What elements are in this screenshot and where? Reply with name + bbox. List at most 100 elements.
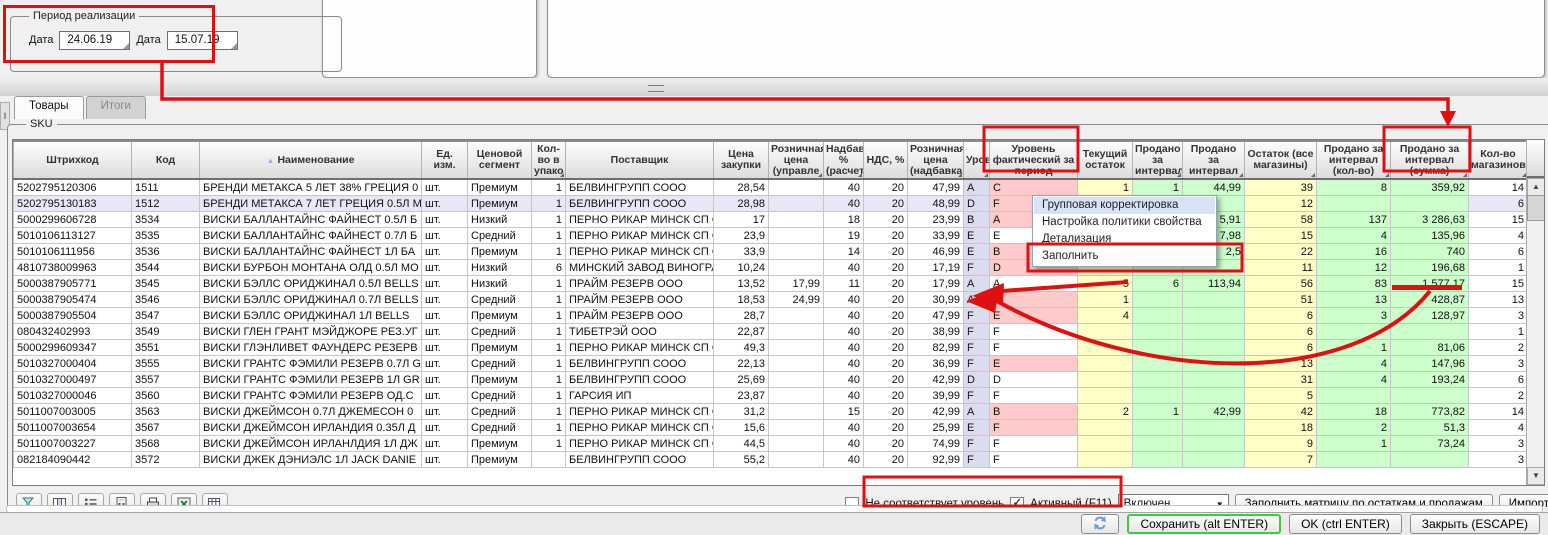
table-cell[interactable]: A (964, 292, 990, 308)
table-cell[interactable]: 13 (1317, 292, 1391, 308)
table-cell[interactable]: 40 (824, 436, 864, 452)
table-cell[interactable]: F (990, 324, 1078, 340)
table-cell[interactable]: 5011007003654 (14, 420, 132, 436)
table-cell[interactable]: 14 (824, 244, 864, 260)
table-cell[interactable]: ВИСКИ ГРАНТС ФЭМИЛИ РЕЗЕРВ 1Л GR (200, 372, 422, 388)
table-cell[interactable]: 12 (1317, 260, 1391, 276)
table-row[interactable]: 50103270004043555ВИСКИ ГРАНТС ФЭМИЛИ РЕЗ… (14, 356, 1528, 372)
table-cell[interactable]: 359,92 (1391, 179, 1469, 196)
table-cell[interactable]: 9 (1245, 436, 1317, 452)
table-cell[interactable]: МИНСКИЙ ЗАВОД ВИНОГРА (566, 260, 714, 276)
table-cell[interactable]: 40 (824, 388, 864, 404)
table-cell[interactable]: 5010106111956 (14, 244, 132, 260)
column-header[interactable]: Продано за интервал (сумма) (1391, 141, 1469, 179)
scroll-down-icon[interactable]: ▼ (1527, 467, 1545, 485)
table-cell[interactable] (769, 436, 824, 452)
table-cell[interactable]: 3535 (132, 228, 200, 244)
table-cell[interactable] (1078, 356, 1133, 372)
table-cell[interactable] (769, 420, 824, 436)
table-cell[interactable]: 1 (532, 212, 566, 228)
table-cell[interactable]: 4 (1317, 228, 1391, 244)
table-cell[interactable] (1078, 324, 1133, 340)
table-cell[interactable]: 20 (864, 228, 908, 244)
table-cell[interactable]: 17,99 (908, 276, 964, 292)
table-cell[interactable]: 15 (1245, 228, 1317, 244)
table-cell[interactable]: 24,99 (769, 292, 824, 308)
table-cell[interactable]: 082184090442 (14, 452, 132, 468)
table-cell[interactable] (1183, 372, 1245, 388)
table-cell[interactable]: ПРАЙМ РЕЗЕРВ ООО (566, 276, 714, 292)
table-cell[interactable]: 1 (532, 196, 566, 212)
table-cell[interactable]: 33,99 (908, 228, 964, 244)
table-cell[interactable]: 36,99 (908, 356, 964, 372)
table-cell[interactable]: 44,99 (1183, 179, 1245, 196)
table-cell[interactable]: 12 (1245, 196, 1317, 212)
table-cell[interactable]: 20 (864, 196, 908, 212)
table-cell[interactable]: ВИСКИ БЭЛЛС ОРИДЖИНАЛ 1Л BELLS (200, 308, 422, 324)
table-cell[interactable]: 33,9 (714, 244, 769, 260)
table-cell[interactable]: 1512 (132, 196, 200, 212)
table-cell[interactable] (1183, 420, 1245, 436)
table-cell[interactable]: 20 (864, 340, 908, 356)
table-cell[interactable] (1133, 420, 1183, 436)
table-cell[interactable] (1078, 452, 1133, 468)
table-cell[interactable] (1133, 372, 1183, 388)
table-cell[interactable]: шт. (422, 228, 468, 244)
table-cell[interactable]: 30,99 (908, 292, 964, 308)
table-cell[interactable]: 22,87 (714, 324, 769, 340)
table-cell[interactable]: 6 (1469, 244, 1528, 260)
table-cell[interactable] (1391, 388, 1469, 404)
table-cell[interactable]: 82,99 (908, 340, 964, 356)
table-cell[interactable]: 22 (1245, 244, 1317, 260)
table-cell[interactable]: 5202795130183 (14, 196, 132, 212)
column-header[interactable]: ▲Наименование (200, 141, 422, 179)
date-picker-corner-icon[interactable] (231, 43, 237, 49)
table-cell[interactable]: ВИСКИ ГЛЭНЛИВЕТ ФАУНДЕРС РЕЗЕРВ (200, 340, 422, 356)
table-cell[interactable]: 14 (1469, 179, 1528, 196)
table-cell[interactable]: B (990, 404, 1078, 420)
table-cell[interactable]: 20 (864, 372, 908, 388)
table-cell[interactable]: Премиум (468, 244, 532, 260)
table-cell[interactable]: 1 (532, 244, 566, 260)
column-header[interactable]: Надбавка % (расчетн (824, 141, 864, 179)
column-header[interactable]: Штрихкод (14, 141, 132, 179)
table-cell[interactable]: F (964, 324, 990, 340)
table-cell[interactable] (1078, 372, 1133, 388)
table-cell[interactable]: Премиум (468, 196, 532, 212)
table-cell[interactable]: 6 (532, 260, 566, 276)
ok-button[interactable]: OK (ctrl ENTER) (1289, 514, 1402, 534)
date-from-input[interactable]: 24.06.19 (59, 31, 130, 50)
table-cell[interactable] (1078, 388, 1133, 404)
column-header[interactable]: Ед. изм. (422, 141, 468, 179)
table-cell[interactable]: 147,96 (1391, 356, 1469, 372)
table-cell[interactable]: Низкий (468, 260, 532, 276)
table-cell[interactable]: 18 (824, 212, 864, 228)
table-cell[interactable]: 1 (532, 324, 566, 340)
table-row[interactable]: 50003879055043547ВИСКИ БЭЛЛС ОРИДЖИНАЛ 1… (14, 308, 1528, 324)
table-cell[interactable] (1133, 340, 1183, 356)
table-cell[interactable]: 3557 (132, 372, 200, 388)
scroll-up-icon[interactable]: ▲ (1527, 178, 1545, 196)
table-cell[interactable] (769, 244, 824, 260)
table-cell[interactable]: 080432402993 (14, 324, 132, 340)
table-cell[interactable] (769, 356, 824, 372)
table-cell[interactable]: 1 (1133, 179, 1183, 196)
save-button[interactable]: Сохранить (alt ENTER) (1127, 514, 1281, 534)
table-cell[interactable]: 5 (1078, 276, 1133, 292)
table-cell[interactable]: 4 (1469, 228, 1528, 244)
table-cell[interactable]: 3560 (132, 388, 200, 404)
table-cell[interactable] (1133, 308, 1183, 324)
column-header[interactable]: Кол-во в упако (532, 141, 566, 179)
table-cell[interactable]: БЕЛВИНГРУПП СООО (566, 196, 714, 212)
column-header[interactable]: Продано за интервал (1183, 141, 1245, 179)
table-cell[interactable]: 3 (1469, 452, 1528, 468)
table-cell[interactable]: F (964, 356, 990, 372)
table-cell[interactable]: A (990, 276, 1078, 292)
table-cell[interactable]: шт. (422, 324, 468, 340)
column-header[interactable]: Код (132, 141, 200, 179)
table-cell[interactable]: ВИСКИ БАЛЛАНТАЙНС ФАЙНЕСТ 0.7Л Б (200, 228, 422, 244)
table-cell[interactable]: 19 (824, 228, 864, 244)
table-cell[interactable]: ТИБЕТРЭЙ ООО (566, 324, 714, 340)
table-cell[interactable]: 42 (1245, 404, 1317, 420)
column-header[interactable]: Текущий остаток (1078, 141, 1133, 179)
